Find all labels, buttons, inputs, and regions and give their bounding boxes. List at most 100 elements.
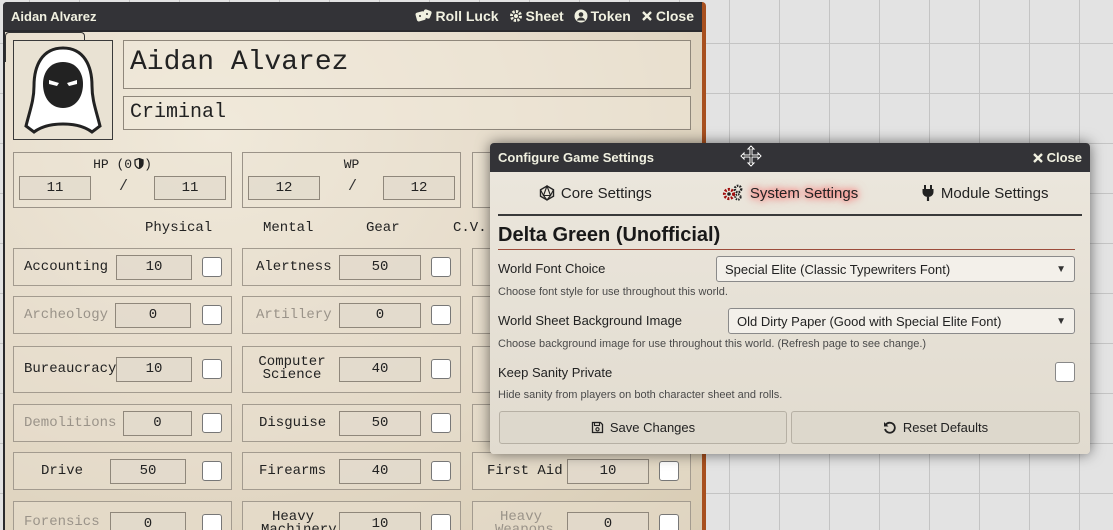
skill-value[interactable]: 0: [110, 512, 186, 530]
sheet-close-label: Close: [655, 8, 694, 24]
skill-value[interactable]: 0: [339, 303, 421, 328]
skill-value[interactable]: 40: [339, 459, 421, 484]
wp-max-input[interactable]: 12: [383, 176, 455, 200]
skill-row[interactable]: Heavy Machinery 10: [242, 501, 461, 530]
reset-defaults-label: Reset Defaults: [902, 420, 989, 435]
tab-gear[interactable]: Gear: [366, 220, 400, 236]
gear-icon: [509, 10, 522, 22]
skill-checkbox[interactable]: [431, 413, 451, 433]
tab-physical[interactable]: Physical: [145, 220, 212, 236]
profession-field[interactable]: Criminal: [123, 96, 691, 130]
tab-mental[interactable]: Mental: [263, 220, 313, 236]
skill-value[interactable]: 50: [339, 255, 421, 280]
skill-checkbox[interactable]: [202, 305, 222, 325]
d20-icon: [539, 185, 555, 201]
sheet-window-title: Aidan Alvarez: [11, 8, 97, 24]
skill-row[interactable]: Disguise 50: [242, 404, 461, 442]
skill-row[interactable]: Artillery 0: [242, 296, 461, 334]
font-choice-value: Special Elite (Classic Typewriters Font): [725, 261, 951, 277]
dialog-close-button[interactable]: Close: [1032, 150, 1082, 165]
skill-checkbox[interactable]: [431, 514, 451, 530]
skill-value[interactable]: 0: [115, 303, 191, 328]
skill-value[interactable]: 50: [339, 411, 421, 436]
skill-name: Artillery: [256, 306, 332, 323]
skill-value[interactable]: 10: [567, 459, 649, 484]
skill-checkbox[interactable]: [431, 461, 451, 481]
skill-value[interactable]: 10: [116, 357, 192, 382]
skill-row[interactable]: First Aid 10: [472, 452, 691, 490]
settings-tabs: Core Settings System Settings Module Set…: [498, 172, 1082, 216]
tab-cv[interactable]: C.V.: [453, 220, 487, 236]
dialog-close-label: Close: [1046, 150, 1082, 165]
skill-value[interactable]: 50: [110, 459, 186, 484]
skill-value[interactable]: 10: [339, 512, 421, 530]
skill-checkbox[interactable]: [202, 514, 222, 530]
font-choice-select[interactable]: Special Elite (Classic Typewriters Font)…: [716, 256, 1075, 282]
skill-checkbox[interactable]: [431, 257, 451, 277]
skill-value[interactable]: 0: [123, 411, 192, 436]
token-label: Token: [590, 8, 631, 24]
skill-checkbox[interactable]: [202, 359, 222, 379]
sanity-private-checkbox[interactable]: [1055, 362, 1075, 382]
sanity-private-hint: Hide sanity from players on both charact…: [498, 389, 783, 401]
skill-row[interactable]: Drive 50: [13, 452, 232, 490]
roll-luck-label: Roll Luck: [435, 8, 499, 24]
skill-name: Alertness: [256, 258, 332, 275]
skill-checkbox[interactable]: [202, 257, 222, 277]
skill-row[interactable]: Bureaucracy 10: [13, 346, 232, 393]
skill-checkbox[interactable]: [431, 305, 451, 325]
skill-name: Firearms: [259, 462, 327, 479]
save-changes-button[interactable]: Save Changes: [499, 411, 787, 444]
skill-name: First Aid: [487, 462, 563, 479]
skill-row[interactable]: Computer Science 40: [242, 346, 461, 393]
system-settings-title: Delta Green (Unofficial): [498, 224, 1075, 250]
dialog-header[interactable]: Configure Game Settings Close: [490, 143, 1090, 172]
skill-name: Accounting: [24, 258, 109, 275]
background-image-label: World Sheet Background Image: [498, 313, 683, 328]
sanity-private-label: Keep Sanity Private: [498, 365, 613, 380]
skill-row[interactable]: Heavy Weapons 0: [472, 501, 691, 530]
skill-row[interactable]: Alertness 50: [242, 248, 461, 286]
hp-current-input[interactable]: 11: [19, 176, 91, 200]
tab-module-settings[interactable]: Module Settings: [887, 184, 1082, 202]
roll-luck-button[interactable]: Roll Luck: [415, 8, 499, 24]
wp-current-input[interactable]: 12: [248, 176, 320, 200]
sheet-close-button[interactable]: Close: [641, 8, 694, 24]
tab-system-label: System Settings: [749, 184, 859, 202]
character-name-field[interactable]: Aidan Alvarez: [123, 40, 691, 89]
dialog-body: Core Settings System Settings Module Set…: [490, 172, 1090, 454]
skill-row[interactable]: Accounting 10: [13, 248, 232, 286]
background-image-hint: Choose background image for use througho…: [498, 338, 927, 350]
skill-value[interactable]: 0: [567, 512, 649, 530]
reset-defaults-button[interactable]: Reset Defaults: [791, 411, 1080, 444]
character-portrait[interactable]: [13, 40, 113, 140]
save-changes-label: Save Changes: [609, 420, 696, 435]
tab-core-label: Core Settings: [560, 184, 652, 202]
close-icon: [642, 11, 652, 21]
skill-value[interactable]: 40: [339, 357, 421, 382]
skill-value[interactable]: 10: [116, 255, 192, 280]
background-image-select[interactable]: Old Dirty Paper (Good with Special Elite…: [728, 308, 1075, 334]
token-button[interactable]: Token: [574, 8, 631, 24]
skill-name: Heavy Machinery: [261, 509, 337, 530]
skill-row[interactable]: Demolitions 0: [13, 404, 232, 442]
skill-checkbox[interactable]: [202, 413, 222, 433]
chevron-down-icon: ▼: [1056, 263, 1066, 275]
tab-core-settings[interactable]: Core Settings: [498, 185, 693, 202]
wp-label: WP: [343, 157, 360, 172]
skill-checkbox[interactable]: [659, 514, 679, 530]
cogs-icon: [722, 184, 743, 201]
skill-row[interactable]: Forensics 0: [13, 501, 232, 530]
shield-icon: [134, 157, 144, 170]
skill-name: Archeology: [24, 306, 109, 323]
move-cursor-icon: [740, 145, 762, 167]
sheet-button[interactable]: Sheet: [509, 8, 564, 24]
skill-checkbox[interactable]: [431, 359, 451, 379]
skill-checkbox[interactable]: [659, 461, 679, 481]
sheet-header[interactable]: Aidan Alvarez Roll Luck Sheet Token Clos…: [3, 2, 702, 30]
tab-system-settings[interactable]: System Settings: [693, 184, 888, 202]
hp-max-input[interactable]: 11: [154, 176, 226, 200]
skill-checkbox[interactable]: [202, 461, 222, 481]
skill-row[interactable]: Firearms 40: [242, 452, 461, 490]
skill-row[interactable]: Archeology 0: [13, 296, 232, 334]
